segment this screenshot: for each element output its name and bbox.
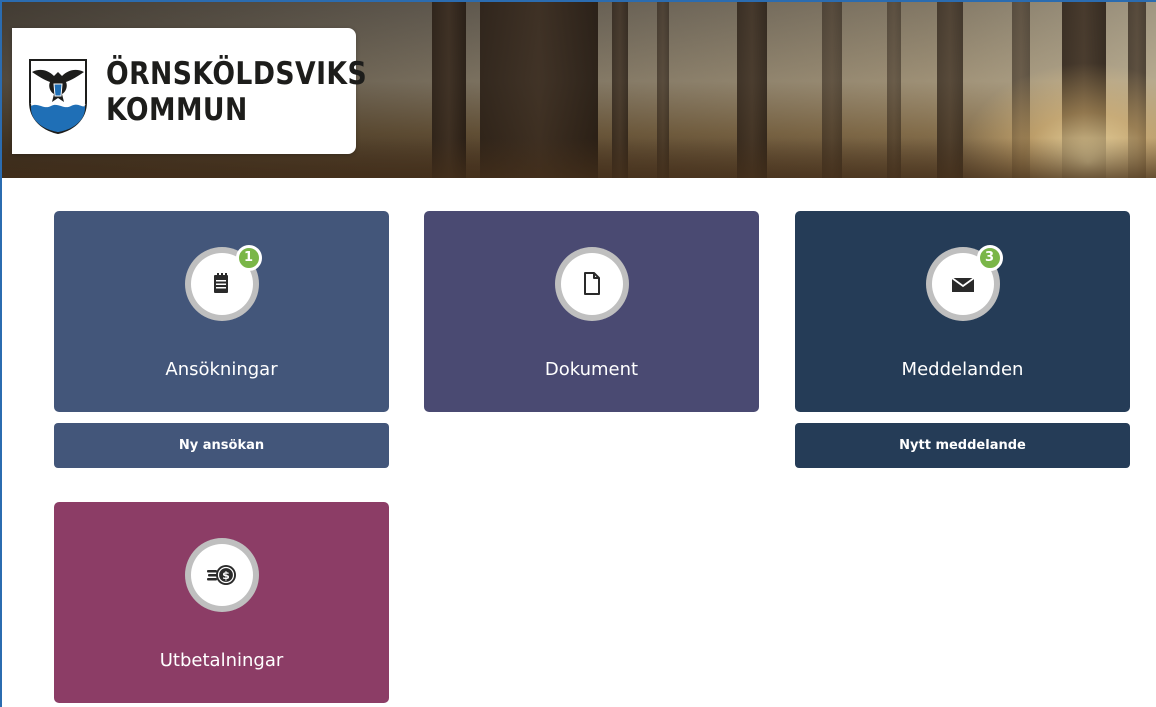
tile-label: Ansökningar <box>165 359 278 380</box>
new-message-button[interactable]: Nytt meddelande <box>795 423 1130 468</box>
header-banner: ÖRNSKÖLDSVIKS KOMMUN <box>2 2 1156 178</box>
notification-badge: 1 <box>235 245 262 271</box>
eagle-crest-icon <box>29 59 87 134</box>
tile-label: Meddelanden <box>901 359 1024 380</box>
logo-line-2: KOMMUN <box>106 92 248 128</box>
tile-label: Utbetalningar <box>159 650 284 671</box>
logo-text: ÖRNSKÖLDSVIKS KOMMUN <box>106 56 367 128</box>
tile-ansokningar[interactable]: 1 Ansökningar <box>54 211 389 412</box>
notepad-icon <box>213 273 228 293</box>
tile-meddelanden[interactable]: 3 Meddelanden <box>795 211 1130 412</box>
coins-dollar-icon: $ <box>206 565 236 585</box>
app-frame: ÖRNSKÖLDSVIKS KOMMUN 1 Ansökningar Ny an… <box>0 0 1156 707</box>
tile-icon-circle: $ <box>184 538 259 612</box>
tile-icon-circle <box>554 247 629 321</box>
svg-text:$: $ <box>222 569 230 582</box>
new-application-button[interactable]: Ny ansökan <box>54 423 389 468</box>
tile-label: Dokument <box>544 359 639 380</box>
tile-utbetalningar[interactable]: $ Utbetalningar <box>54 502 389 703</box>
logo-line-1: ÖRNSKÖLDSVIKS <box>106 56 368 92</box>
envelope-icon <box>950 277 975 292</box>
document-icon <box>583 272 600 295</box>
notification-badge: 3 <box>976 245 1003 271</box>
tile-dokument[interactable]: Dokument <box>424 211 759 412</box>
logo[interactable]: ÖRNSKÖLDSVIKS KOMMUN <box>12 28 367 154</box>
